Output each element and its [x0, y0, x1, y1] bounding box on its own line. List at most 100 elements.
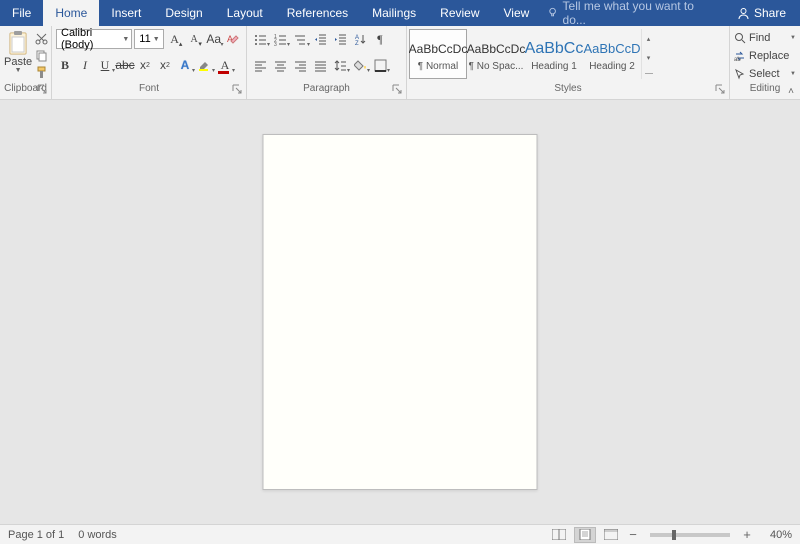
share-button[interactable]: Share	[723, 0, 800, 26]
align-right-button[interactable]	[291, 55, 309, 75]
highlighter-icon	[198, 58, 212, 72]
find-label: Find	[749, 32, 770, 44]
show-hide-button[interactable]: ¶	[371, 29, 389, 49]
tab-mailings[interactable]: Mailings	[360, 0, 428, 26]
clipboard-launcher[interactable]	[37, 84, 47, 94]
cursor-icon	[734, 68, 746, 80]
clear-formatting-button[interactable]: A	[224, 29, 242, 49]
lightbulb-icon	[547, 7, 558, 19]
paragraph-launcher[interactable]	[392, 84, 402, 94]
align-center-button[interactable]	[271, 55, 289, 75]
numbering-button[interactable]: 123▾	[271, 29, 289, 49]
style-name: Heading 1	[526, 61, 582, 72]
style-heading-2[interactable]: AaBbCcDHeading 2	[583, 29, 641, 79]
text-effects-button[interactable]: A▾	[176, 55, 194, 75]
italic-button[interactable]: I	[76, 55, 94, 75]
zoom-slider[interactable]	[650, 533, 730, 537]
person-icon	[737, 7, 750, 20]
word-count[interactable]: 0 words	[78, 529, 117, 541]
zoom-level[interactable]: 40%	[758, 529, 792, 541]
decrease-indent-button[interactable]	[311, 29, 329, 49]
font-name-combo[interactable]: Calibri (Body)▼	[56, 29, 132, 49]
select-label: Select	[749, 68, 780, 80]
group-font: Calibri (Body)▼ 11▼ A▴ A▾ Aa▾ A B I U▾ a…	[52, 26, 247, 99]
print-layout-icon	[578, 529, 592, 540]
zoom-thumb[interactable]	[672, 530, 676, 540]
zoom-in-button[interactable]: +	[740, 528, 754, 541]
tab-review[interactable]: Review	[428, 0, 491, 26]
sort-icon: AZ	[354, 33, 367, 46]
collapse-ribbon-button[interactable]: ˄	[788, 86, 794, 97]
format-painter-button[interactable]	[34, 65, 48, 79]
web-layout-button[interactable]	[600, 527, 622, 543]
replace-button[interactable]: ab Replace	[734, 47, 796, 64]
replace-label: Replace	[749, 50, 789, 62]
document-canvas[interactable]	[0, 100, 800, 524]
bold-button[interactable]: B	[56, 55, 74, 75]
indent-icon	[334, 33, 347, 46]
underline-button[interactable]: U▾	[96, 55, 114, 75]
strikethrough-button[interactable]: abc	[116, 55, 134, 75]
styles-group-label: Styles	[554, 83, 581, 94]
tab-home[interactable]: Home	[43, 0, 99, 26]
align-right-icon	[294, 59, 307, 72]
justify-icon	[314, 59, 327, 72]
read-mode-button[interactable]	[548, 527, 570, 543]
svg-text:3: 3	[274, 42, 277, 46]
justify-button[interactable]	[311, 55, 329, 75]
font-launcher[interactable]	[232, 84, 242, 94]
replace-icon: ab	[734, 50, 746, 62]
paste-button[interactable]: Paste ▼	[4, 28, 32, 74]
zoom-out-button[interactable]: −	[626, 528, 640, 541]
styles-launcher[interactable]	[715, 84, 725, 94]
subscript-button[interactable]: x2	[136, 55, 154, 75]
font-size-combo[interactable]: 11▼	[134, 29, 163, 49]
share-label: Share	[754, 6, 786, 20]
highlight-button[interactable]: ▾	[196, 55, 214, 75]
style-heading-1[interactable]: AaBbCcHeading 1	[525, 29, 583, 79]
tab-insert[interactable]: Insert	[99, 0, 153, 26]
style-preview: AaBbCc	[525, 37, 584, 61]
tab-file[interactable]: File	[0, 0, 43, 26]
style-preview: AaBbCcD	[583, 37, 640, 61]
multilevel-icon	[294, 33, 307, 46]
change-case-button[interactable]: Aa▾	[205, 29, 223, 49]
svg-text:ab: ab	[734, 57, 741, 62]
shrink-font-button[interactable]: A▾	[185, 29, 203, 49]
line-spacing-icon	[334, 59, 347, 72]
print-layout-button[interactable]	[574, 527, 596, 543]
editing-group-label: Editing	[750, 83, 781, 94]
font-color-button[interactable]: A▾	[216, 55, 234, 75]
shading-button[interactable]: ▾	[351, 55, 369, 75]
chevron-down-icon: ▼	[120, 36, 129, 43]
style--normal[interactable]: AaBbCcDc¶ Normal	[409, 29, 467, 79]
superscript-button[interactable]: x2	[156, 55, 174, 75]
tab-design[interactable]: Design	[153, 0, 214, 26]
sort-button[interactable]: AZ	[351, 29, 369, 49]
grow-font-button[interactable]: A▴	[166, 29, 184, 49]
page-indicator[interactable]: Page 1 of 1	[8, 529, 64, 541]
document-page[interactable]	[263, 134, 538, 490]
find-button[interactable]: Find▼	[734, 29, 796, 46]
copy-icon	[35, 49, 48, 62]
copy-button[interactable]	[34, 48, 48, 62]
tab-references[interactable]: References	[275, 0, 360, 26]
bullets-button[interactable]: ▾	[251, 29, 269, 49]
bullets-icon	[254, 33, 267, 46]
borders-button[interactable]: ▾	[371, 55, 389, 75]
read-mode-icon	[552, 529, 566, 540]
line-spacing-button[interactable]: ▾	[331, 55, 349, 75]
align-left-icon	[254, 59, 267, 72]
cut-button[interactable]	[34, 31, 48, 45]
tell-me-placeholder: Tell me what you want to do...	[563, 0, 711, 27]
multilevel-list-button[interactable]: ▾	[291, 29, 309, 49]
align-left-button[interactable]	[251, 55, 269, 75]
increase-indent-button[interactable]	[331, 29, 349, 49]
tab-layout[interactable]: Layout	[215, 0, 275, 26]
styles-more-button[interactable]: ▴▾	[641, 29, 655, 79]
style--no-spac-[interactable]: AaBbCcDc¶ No Spac...	[467, 29, 525, 79]
tell-me-search[interactable]: Tell me what you want to do...	[541, 0, 716, 26]
tab-view[interactable]: View	[492, 0, 542, 26]
select-button[interactable]: Select▼	[734, 65, 796, 82]
menu-bar: File Home Insert Design Layout Reference…	[0, 0, 800, 26]
